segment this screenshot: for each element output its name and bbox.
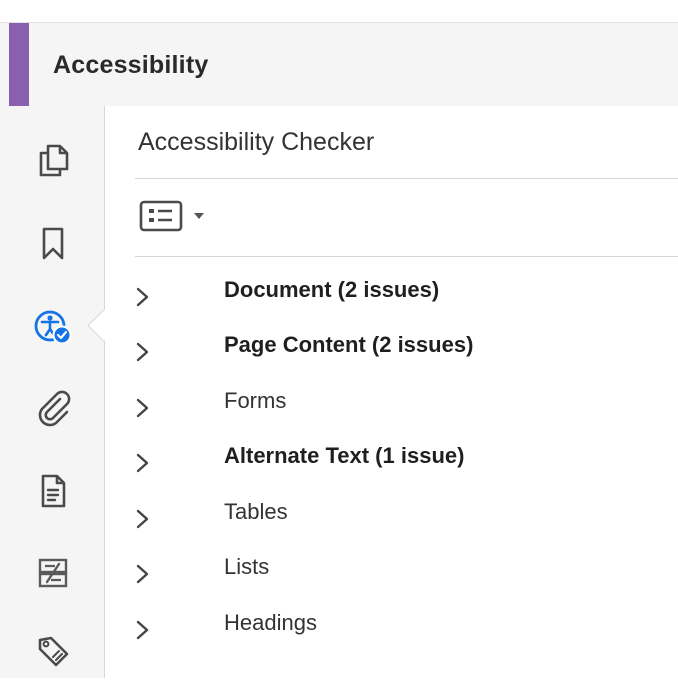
tool-pages[interactable]: [22, 130, 84, 188]
tool-document-properties[interactable]: [22, 462, 84, 520]
checker-item-label: Page Content (2 issues): [224, 332, 474, 357]
page-title: Accessibility: [53, 51, 209, 79]
panel-header: Accessibility: [0, 23, 678, 107]
left-toolbar: [0, 106, 105, 678]
page-document-icon: [41, 474, 66, 508]
chevron-right-icon[interactable]: [133, 560, 159, 588]
checker-item-label: Tables: [224, 499, 288, 524]
tool-attachments[interactable]: [22, 378, 84, 436]
chevron-down-icon: [194, 213, 204, 219]
chevron-right-icon[interactable]: [133, 449, 159, 477]
tool-tags[interactable]: [22, 622, 84, 680]
list-options-icon: [139, 200, 183, 232]
content-order-icon: [38, 558, 68, 588]
divider: [135, 178, 678, 179]
checker-item-label: Alternate Text (1 issue): [224, 443, 465, 468]
tags-icon: [38, 636, 69, 667]
checker-item-alternate-text[interactable]: Alternate Text (1 issue): [133, 443, 673, 483]
window-top-strip: [0, 0, 678, 23]
checker-item-forms[interactable]: Forms: [133, 388, 673, 428]
chevron-right-icon[interactable]: [133, 505, 159, 533]
checker-item-tables[interactable]: Tables: [133, 499, 673, 539]
accessibility-check-icon: [34, 310, 72, 345]
checker-item-document[interactable]: Document (2 issues): [133, 277, 673, 317]
checker-item-label: Document (2 issues): [224, 277, 440, 302]
bookmark-icon: [42, 227, 64, 260]
checker-item-headings[interactable]: Headings: [133, 610, 673, 650]
attachment-icon: [38, 390, 71, 427]
tool-bookmarks[interactable]: [22, 214, 84, 272]
checker-item-label: Lists: [224, 554, 270, 579]
options-menu-button[interactable]: [139, 198, 217, 234]
divider: [135, 256, 678, 257]
tool-accessibility[interactable]: [22, 298, 84, 356]
chevron-right-icon[interactable]: [133, 283, 159, 311]
chevron-right-icon[interactable]: [133, 338, 159, 366]
tool-content-order[interactable]: [22, 544, 84, 602]
checker-item-lists[interactable]: Lists: [133, 554, 673, 594]
checker-item-label: Headings: [224, 610, 317, 635]
accessibility-checker-panel: Accessibility Checker Document (2 issues…: [105, 106, 678, 678]
checker-item-page-content[interactable]: Page Content (2 issues): [133, 332, 673, 372]
header-accent-bar: [9, 23, 29, 106]
chevron-right-icon[interactable]: [133, 616, 159, 644]
chevron-right-icon[interactable]: [133, 394, 159, 422]
panel-title: Accessibility Checker: [138, 128, 375, 156]
checker-item-label: Forms: [224, 388, 287, 413]
pages-icon: [39, 144, 69, 177]
